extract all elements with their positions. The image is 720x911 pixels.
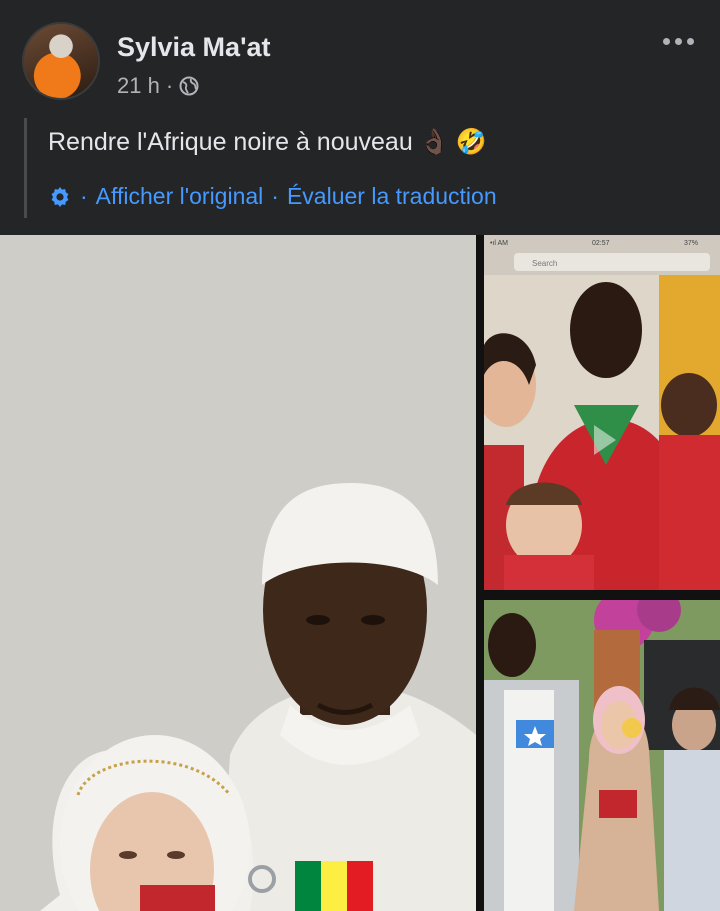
- phone-battery: 37%: [684, 240, 698, 247]
- couple-image: [0, 235, 476, 911]
- post-meta: 21 h ·: [117, 73, 199, 99]
- phone-time: 02:57: [592, 240, 610, 247]
- post-time[interactable]: 21 h: [117, 73, 160, 99]
- photo-grid: •ıl AM 02:57 37% Search: [0, 235, 720, 911]
- rate-translation-link[interactable]: Évaluer la traduction: [287, 183, 497, 210]
- meta-separator: ·: [165, 73, 174, 98]
- post-body: Rendre l'Afrique noire à nouveau 👌🏿 🤣 · …: [24, 118, 694, 218]
- post-text: Rendre l'Afrique noire à nouveau 👌🏿 🤣: [48, 127, 694, 157]
- post-header: Sylvia Ma'at 21 h ·: [0, 0, 720, 112]
- translation-row: · Afficher l'original · Évaluer la tradu…: [48, 183, 694, 210]
- author-name[interactable]: Sylvia Ma'at: [117, 32, 271, 63]
- avatar[interactable]: [22, 22, 100, 100]
- gear-icon[interactable]: [48, 185, 72, 209]
- phone-search-label: Search: [532, 259, 557, 268]
- family-selfie-image: •ıl AM 02:57 37% Search: [484, 235, 720, 590]
- globe-icon: [179, 76, 199, 96]
- show-original-link[interactable]: Afficher l'original: [96, 183, 264, 210]
- photo-family-selfie[interactable]: •ıl AM 02:57 37% Search: [484, 235, 720, 590]
- ok-hand-emoji: 👌🏿: [418, 128, 450, 156]
- more-options-button[interactable]: [658, 26, 698, 56]
- photo-couple[interactable]: [0, 235, 476, 911]
- photo-family-outdoor[interactable]: [484, 600, 720, 911]
- translation-separator: ·: [271, 183, 279, 209]
- family-outdoor-image: [484, 600, 720, 911]
- svg-text:•ıl AM: •ıl AM: [490, 240, 508, 247]
- post-text-content: Rendre l'Afrique noire à nouveau: [48, 128, 413, 156]
- translation-separator: ·: [80, 183, 88, 209]
- laughing-emoji: 🤣: [455, 128, 488, 156]
- more-icon: [662, 37, 670, 45]
